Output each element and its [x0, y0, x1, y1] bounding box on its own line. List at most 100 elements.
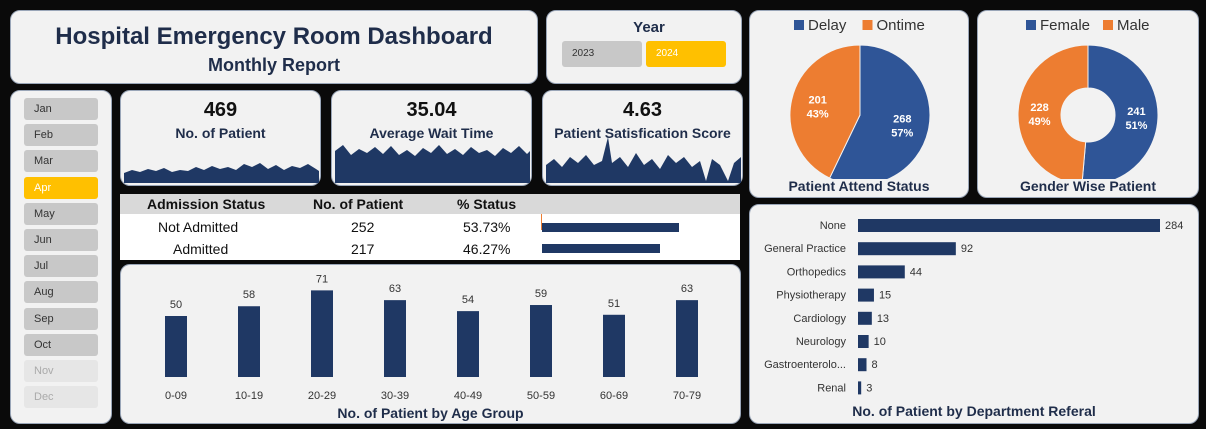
age-group-chart: 50 0-09 58 10-19 71 20-29 63 30-39 54 40-49 59 50-5… [165, 273, 701, 401]
age-bar-60-69 [603, 314, 625, 377]
age-bar-data-label: 54 [462, 294, 474, 306]
month-button-may[interactable]: May [24, 202, 98, 225]
age-bar-50-59 [530, 305, 552, 377]
dept-category-label: None [820, 220, 846, 232]
pie-data-label: 268 [893, 114, 911, 126]
year-slicer: Year 2023 2024 [546, 10, 742, 84]
age-bar-data-label: 63 [389, 283, 401, 295]
dept-category-label: Orthopedics [787, 266, 847, 278]
kpi-wait-label: Average Wait Time [369, 125, 494, 141]
gender-card: Female Male 241 51% 228 49% Gender Wise Patie… [977, 10, 1199, 198]
legend-swatch [862, 20, 873, 30]
pie-data-label: 241 [1127, 106, 1145, 118]
dept-category-label: Cardiology [793, 313, 846, 325]
year-button-2024[interactable]: 2024 [646, 41, 726, 67]
dept-category-label: Renal [817, 382, 846, 394]
row-pct-databar [542, 223, 679, 232]
kpi-satisfaction-sparkline [546, 137, 741, 183]
legend-label: Female [1040, 17, 1090, 34]
col-admission-status: Admission Status [147, 196, 266, 212]
row-status: Not Admitted [158, 219, 239, 235]
pie-pct-label: 43% [807, 108, 829, 120]
dept-category-label: Physiotherapy [776, 290, 846, 302]
age-bar-data-label: 59 [535, 288, 547, 300]
month-button-jan[interactable]: Jan [24, 98, 98, 120]
age-bar-data-label: 51 [608, 298, 620, 310]
month-slicer: Jan Feb Mar Apr May Jun Jul Aug Sep Oct Nov Dec [10, 90, 112, 424]
kpi-wait-card: 35.04 Average Wait Time [331, 90, 532, 186]
col-no-of-patient: No. of Patient [313, 196, 404, 212]
age-bar-data-label: 50 [170, 299, 182, 311]
age-bar-30-39 [384, 300, 406, 377]
row-count: 252 [351, 219, 375, 235]
month-button-nov[interactable]: Nov [24, 360, 98, 382]
legend-swatch [794, 20, 804, 30]
dept-data-label: 284 [1165, 220, 1183, 232]
age-tick-label: 40-49 [454, 390, 482, 401]
age-bar-data-label: 63 [681, 283, 693, 295]
dept-data-label: 15 [879, 290, 891, 302]
dashboard-header: Hospital Emergency Room Dashboard Monthl… [10, 10, 538, 84]
dashboard-title: Hospital Emergency Room Dashboard [55, 23, 493, 50]
age-bar-10-19 [238, 306, 260, 377]
dept-data-label: 44 [910, 266, 922, 278]
legend-label: Male [1117, 17, 1150, 34]
pie-data-label: 201 [809, 94, 827, 106]
legend-swatch [1103, 20, 1113, 30]
age-tick-label: 10-19 [235, 390, 263, 401]
month-button-apr[interactable]: Apr [24, 176, 98, 199]
department-bar-chart: None 284 General Practice 92 Orthopedics 44 Ph… [764, 219, 1183, 395]
kpi-patients-sparkline [124, 163, 319, 183]
dashboard-subtitle: Monthly Report [208, 55, 340, 75]
pie-pct-label: 57% [891, 128, 913, 140]
department-chart-title: No. of Patient by Department Referal [852, 403, 1096, 419]
row-status: Admitted [173, 241, 229, 257]
dept-data-label: 13 [877, 313, 889, 325]
kpi-satisfaction-card: 4.63 Patient Satisfication Score [542, 90, 743, 186]
month-button-mar[interactable]: Mar [24, 150, 98, 173]
pie-pct-label: 51% [1125, 120, 1147, 132]
dept-data-label: 8 [872, 359, 878, 371]
month-button-jul[interactable]: Jul [24, 255, 98, 278]
kpi-patients-value: 469 [203, 99, 238, 121]
attend-status-card: Delay Ontime 268 57% 201 43% Patient Attend S… [749, 10, 969, 198]
gender-donut-chart: Female Male 241 51% 228 49% [1017, 17, 1159, 179]
kpi-patients-label: No. of Patient [175, 125, 266, 141]
row-pct: 46.27% [463, 241, 511, 257]
month-button-feb[interactable]: Feb [24, 124, 98, 147]
dept-bar [858, 219, 1160, 232]
dept-bar [858, 311, 872, 325]
month-button-sep[interactable]: Sep [24, 307, 98, 330]
dept-category-label: General Practice [764, 243, 846, 255]
dept-category-label: Gastroenterolo... [764, 359, 846, 371]
dept-bar [858, 242, 956, 256]
legend-swatch [1026, 20, 1036, 30]
dept-bar [858, 265, 905, 279]
age-bar-20-29 [311, 290, 333, 377]
dept-category-label: Neurology [796, 336, 847, 348]
month-button-dec[interactable]: Dec [24, 386, 98, 409]
kpi-satisfaction-value: 4.63 [623, 99, 662, 121]
legend-label: Delay [808, 17, 847, 34]
pie-slice-male [1017, 44, 1089, 179]
age-bar-data-label: 71 [316, 273, 328, 285]
attend-status-title: Patient Attend Status [788, 178, 930, 194]
pie-slice-female [1081, 44, 1159, 179]
dept-bar [858, 335, 869, 348]
pie-pct-label: 49% [1029, 116, 1051, 128]
row-pct: 53.73% [463, 219, 511, 235]
month-button-oct[interactable]: Oct [24, 333, 98, 356]
age-bar-data-label: 58 [243, 289, 255, 301]
gender-title: Gender Wise Patient [1019, 178, 1157, 194]
pie-data-label: 228 [1030, 102, 1048, 114]
dept-bar [858, 358, 867, 372]
month-button-aug[interactable]: Aug [24, 281, 98, 304]
age-tick-label: 60-69 [600, 390, 628, 401]
dept-data-label: 3 [866, 382, 872, 394]
age-bar-40-49 [457, 311, 479, 377]
col-pct-status: % Status [457, 196, 517, 212]
month-button-jun[interactable]: Jun [24, 229, 98, 251]
year-button-2023[interactable]: 2023 [562, 41, 642, 67]
row-count: 217 [351, 241, 375, 257]
year-slicer-label: Year [633, 19, 665, 36]
